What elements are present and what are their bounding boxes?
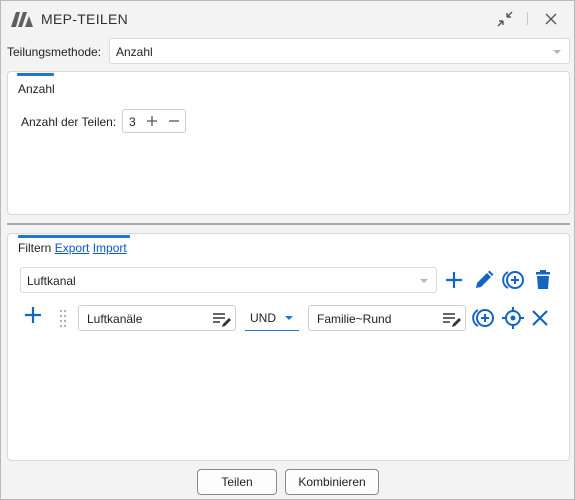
app-logo-icon (11, 12, 33, 27)
combine-button[interactable]: Kombinieren (285, 469, 379, 495)
tab-filtern[interactable]: Filtern (18, 241, 51, 255)
category-field[interactable]: Luftkanäle (78, 305, 236, 331)
plus-icon[interactable] (145, 114, 159, 128)
category-field-value: Luftkanäle (87, 312, 143, 326)
list-edit-icon[interactable] (442, 310, 462, 328)
export-link[interactable]: Export (55, 241, 90, 255)
method-select[interactable]: Anzahl (109, 38, 570, 64)
compress-icon[interactable] (495, 9, 515, 29)
anzahl-panel: Anzahl Anzahl der Teilen: 3 (7, 71, 570, 215)
edit-filter-button[interactable] (472, 268, 496, 292)
import-link[interactable]: Import (93, 241, 127, 255)
count-stepper[interactable]: 3 (122, 109, 186, 133)
filter-select-value: Luftkanal (27, 274, 76, 288)
add-circle-icon (472, 309, 494, 327)
add-circle-icon (502, 271, 524, 289)
drag-handle-icon[interactable] (59, 309, 67, 327)
close-icon[interactable] (541, 9, 561, 29)
filter-tab-header: Filtern Export Import (18, 241, 127, 255)
chevron-down-icon (420, 279, 428, 283)
crosshair-icon (502, 307, 524, 329)
chevron-down-icon (285, 316, 293, 320)
count-value[interactable]: 3 (129, 115, 136, 129)
add-rule-button[interactable] (21, 303, 45, 327)
add-condition-group-button[interactable] (471, 306, 495, 330)
operator-value: UND (250, 311, 276, 325)
add-filter-button[interactable] (442, 268, 466, 292)
tab-anzahl[interactable]: Anzahl (18, 82, 55, 96)
close-icon (532, 310, 548, 326)
remove-rule-button[interactable] (528, 306, 552, 330)
plus-icon (25, 307, 41, 323)
method-select-value: Anzahl (116, 45, 153, 59)
delete-filter-button[interactable] (531, 268, 555, 292)
anzahl-tab-indicator (17, 73, 54, 76)
pick-element-button[interactable] (501, 306, 525, 330)
plus-icon (446, 272, 462, 288)
title-bar: MEP-TEILEN (1, 1, 574, 35)
trash-icon (536, 270, 550, 289)
chevron-down-icon (553, 50, 561, 54)
dialog-window: MEP-TEILEN Teilungsmethode: Anzahl Anzah… (0, 0, 575, 500)
split-button[interactable]: Teilen (197, 469, 277, 495)
pencil-icon (476, 270, 494, 288)
condition-field[interactable]: Familie~Rund (308, 305, 466, 331)
method-label: Teilungsmethode: (7, 45, 102, 59)
titlebar-separator (527, 12, 528, 25)
add-group-button[interactable] (501, 268, 525, 292)
panel-splitter[interactable] (7, 223, 570, 225)
count-label: Anzahl der Teilen: (21, 115, 117, 129)
minus-icon[interactable] (167, 114, 181, 128)
filter-select[interactable]: Luftkanal (20, 267, 437, 293)
filter-tab-indicator (18, 235, 130, 238)
list-edit-icon[interactable] (212, 310, 232, 328)
operator-dropdown[interactable]: UND (245, 305, 299, 331)
window-title: MEP-TEILEN (41, 11, 129, 27)
condition-field-value: Familie~Rund (317, 312, 392, 326)
